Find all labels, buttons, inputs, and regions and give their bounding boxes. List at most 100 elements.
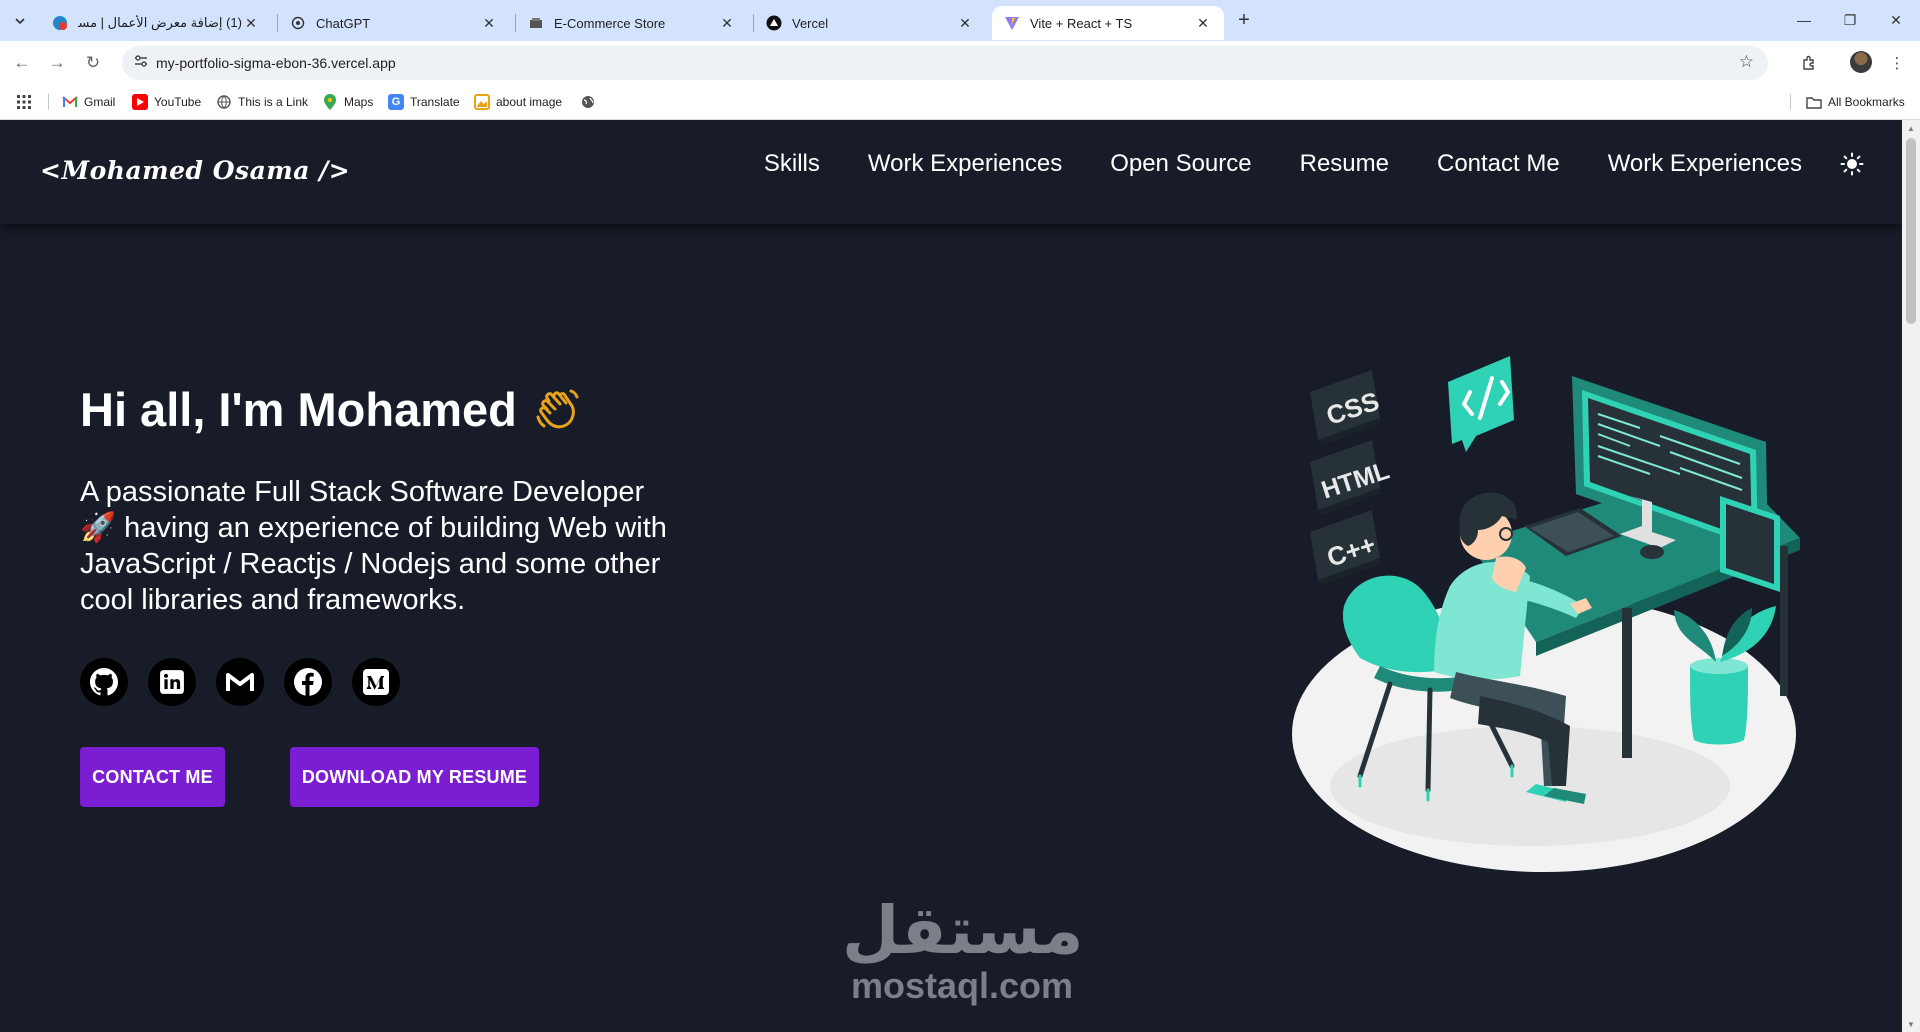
store-icon (528, 15, 544, 31)
globe-icon (580, 94, 596, 110)
close-icon[interactable]: ✕ (718, 14, 736, 32)
scroll-down-icon[interactable]: ▼ (1902, 1016, 1920, 1032)
gmail-icon[interactable] (216, 658, 264, 706)
forward-icon[interactable]: → (44, 50, 70, 76)
extensions-icon[interactable] (1796, 50, 1822, 76)
bookmark-label: Translate (410, 95, 460, 109)
browser-toolbar: ← → ↻ my-portfolio-sigma-ebon-36.vercel.… (0, 41, 1920, 84)
css-card: CSS (1310, 370, 1383, 446)
minimize-icon[interactable]: — (1792, 8, 1816, 32)
bookmark-this-is-a-link[interactable]: This is a Link (216, 92, 308, 112)
linkedin-icon[interactable] (148, 658, 196, 706)
maps-icon (322, 94, 338, 110)
globe-icon (216, 94, 232, 110)
youtube-icon (132, 94, 148, 110)
nav-contact-me[interactable]: Contact Me (1437, 150, 1560, 178)
chatgpt-icon (290, 15, 306, 31)
social-links (80, 658, 420, 706)
scrollbar-thumb[interactable] (1906, 138, 1916, 324)
chevron-down-icon (15, 18, 25, 25)
bookmark-maps[interactable]: Maps (322, 92, 373, 112)
hero-title-text: Hi all, I'm Mohamed (80, 383, 517, 436)
menu-kebab-icon[interactable]: ⋮ (1884, 50, 1910, 76)
watermark-arabic: مستقل (842, 892, 1084, 969)
tab-title: E-Commerce Store (554, 15, 666, 31)
image-icon (474, 94, 490, 110)
bookmark-translate[interactable]: G Translate (388, 92, 460, 112)
tab-chatgpt[interactable]: ChatGPT ✕ (278, 6, 510, 40)
bookmark-about-image[interactable]: about image (474, 92, 562, 112)
cpp-card: C++ (1310, 510, 1380, 586)
new-tab-button[interactable]: + (1232, 8, 1256, 32)
site-settings-icon[interactable] (134, 54, 148, 71)
waving-hand-icon (535, 387, 581, 433)
mostaql-watermark: مستقل mostaql.com (842, 892, 1084, 1006)
restore-icon[interactable]: ❐ (1838, 8, 1862, 32)
vercel-icon (766, 15, 782, 31)
close-icon[interactable]: ✕ (480, 14, 498, 32)
close-icon[interactable]: ✕ (242, 14, 260, 32)
back-icon[interactable]: ← (9, 50, 35, 76)
translate-icon: G (388, 94, 404, 110)
tab-search-button[interactable] (8, 9, 32, 33)
github-icon[interactable] (80, 658, 128, 706)
bookmarks-bar: Gmail YouTube This is a Link Maps G Tran… (0, 84, 1920, 120)
folder-icon (1806, 94, 1822, 110)
facebook-icon[interactable] (284, 658, 332, 706)
bookmark-gmail[interactable]: Gmail (62, 92, 115, 112)
bookmark-youtube[interactable]: YouTube (132, 92, 201, 112)
apps-grid-icon[interactable] (16, 92, 32, 112)
tab-title: Vite + React + TS (1030, 15, 1133, 31)
site-logo[interactable]: <Mohamed Osama /> (40, 156, 350, 185)
medium-icon[interactable] (352, 658, 400, 706)
code-bubble-icon (1448, 356, 1514, 452)
all-bookmarks[interactable]: All Bookmarks (1806, 92, 1905, 112)
vite-icon (1004, 15, 1020, 31)
bookmark-label: YouTube (154, 95, 202, 109)
close-icon[interactable]: ✕ (1194, 14, 1212, 32)
bookmark-label: This is a Link (238, 95, 309, 109)
developer-illustration: CSS HTML C++ (1292, 356, 1800, 872)
tab-ecommerce[interactable]: E-Commerce Store ✕ (516, 6, 748, 40)
tab-title: Vercel (792, 15, 829, 31)
address-bar[interactable]: my-portfolio-sigma-ebon-36.vercel.app ☆ (122, 46, 1768, 80)
all-bookmarks-label: All Bookmarks (1828, 95, 1905, 109)
nav-work-experiences[interactable]: Work Experiences (868, 150, 1062, 178)
tab-bar: (1) إضافة معرض الأعمال | مستقل ✕ ChatGPT… (0, 0, 1920, 41)
profile-avatar[interactable] (1850, 51, 1872, 73)
url-text: my-portfolio-sigma-ebon-36.vercel.app (156, 55, 396, 71)
nav-work-experiences-2[interactable]: Work Experiences (1608, 150, 1802, 178)
tab-title: (1) إضافة معرض الأعمال | مستقل (78, 15, 242, 30)
nav-resume[interactable]: Resume (1300, 150, 1389, 178)
site-header: <Mohamed Osama /> Skills Work Experience… (0, 120, 1902, 224)
nav-skills[interactable]: Skills (764, 150, 820, 178)
nav-open-source[interactable]: Open Source (1110, 150, 1251, 178)
page-scrollbar[interactable]: ▲ ▼ (1902, 120, 1920, 1032)
contact-me-button[interactable]: CONTACT ME (80, 747, 225, 807)
mostaql-icon (52, 15, 68, 31)
scroll-up-icon[interactable]: ▲ (1902, 120, 1920, 136)
main-nav: Skills Work Experiences Open Source Resu… (716, 150, 1866, 178)
bookmark-label: Maps (344, 95, 374, 109)
download-resume-button[interactable]: DOWNLOAD MY RESUME (290, 747, 539, 807)
close-window-icon[interactable]: ✕ (1884, 8, 1908, 32)
theme-toggle-sun-icon[interactable] (1838, 150, 1866, 178)
reload-icon[interactable]: ↻ (80, 50, 106, 76)
gmail-icon (62, 94, 78, 110)
close-icon[interactable]: ✕ (956, 14, 974, 32)
html-card: HTML (1310, 440, 1393, 516)
hero-subtitle: A passionate Full Stack Software Develop… (80, 476, 667, 616)
tab-vercel[interactable]: Vercel ✕ (754, 6, 986, 40)
hero-greeting: Hi all, I'm Mohamed (80, 382, 581, 437)
bookmark-globe[interactable] (580, 92, 602, 112)
tab-title: ChatGPT (316, 15, 371, 31)
tab-vite[interactable]: Vite + React + TS ✕ (992, 6, 1224, 40)
tab-mostaql[interactable]: (1) إضافة معرض الأعمال | مستقل ✕ (40, 6, 272, 40)
bookmark-divider (48, 94, 49, 110)
portfolio-page: <Mohamed Osama /> Skills Work Experience… (0, 120, 1902, 1032)
watermark-latin: mostaql.com (850, 965, 1074, 1006)
bookmark-label: Gmail (84, 95, 116, 109)
bookmark-star-icon[interactable]: ☆ (1739, 52, 1754, 72)
bookmark-label: about image (496, 95, 563, 109)
bookmark-divider (1790, 94, 1791, 110)
